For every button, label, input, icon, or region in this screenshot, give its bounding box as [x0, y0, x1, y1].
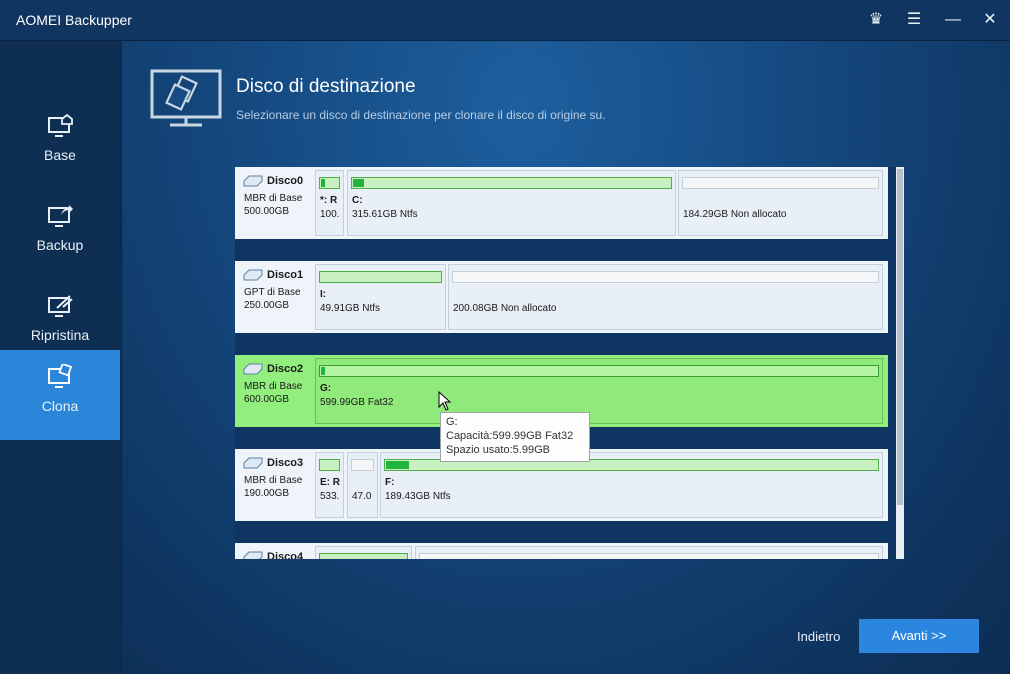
- tooltip-line: Capacità:599.99GB Fat32: [446, 430, 574, 442]
- partition-label: E: R: [320, 477, 340, 488]
- usage-bar: [319, 271, 442, 283]
- monitor-restore-icon: [48, 295, 73, 317]
- hard-disk-icon: [243, 175, 263, 187]
- partition-unallocated[interactable]: [415, 546, 883, 559]
- monitor-clone-icon: [48, 364, 73, 388]
- disk-info: Disco0 MBR di Base 500.00GB: [235, 167, 314, 239]
- sidebar-item-label: Base: [44, 147, 76, 163]
- disk-size: 190.00GB: [244, 488, 290, 499]
- partition-unallocated[interactable]: 47.0: [347, 452, 378, 518]
- hard-disk-icon: [243, 363, 263, 375]
- scroll-thumb[interactable]: [897, 169, 903, 505]
- usage-bar: [351, 459, 374, 471]
- disk-row-disco0[interactable]: Disco0 MBR di Base 500.00GB *: R 100. C:…: [235, 167, 888, 239]
- hard-disk-icon: [243, 457, 263, 469]
- disk-type: MBR di Base: [244, 475, 303, 486]
- usage-fill: [321, 367, 325, 375]
- disk-type: GPT di Base: [244, 287, 301, 298]
- partition-info: 47.0: [352, 491, 372, 502]
- disk-info: Disco1 GPT di Base 250.00GB: [235, 261, 314, 333]
- close-icon[interactable]: ✕: [977, 8, 1003, 32]
- partition-label: *: R: [320, 195, 338, 206]
- partition[interactable]: G: 599.99GB Fat32: [315, 358, 883, 424]
- partition-info: 100.: [320, 209, 340, 220]
- disk-name: Disco4: [267, 551, 304, 559]
- usage-bar: [319, 553, 408, 559]
- usage-bar: [682, 177, 879, 189]
- usage-bar: [351, 177, 672, 189]
- sidebar-item-label: Clona: [41, 398, 79, 414]
- disk-info: Disco2 MBR di Base 600.00GB: [235, 355, 314, 427]
- disk-size: 500.00GB: [244, 206, 290, 217]
- next-button[interactable]: Avanti >>: [859, 619, 979, 653]
- sidebar-item-base[interactable]: Base: [0, 99, 120, 189]
- disk-row-disco4[interactable]: Disco4: [235, 543, 888, 559]
- partition-tooltip: G: Capacità:599.99GB Fat32 Spazio usato:…: [440, 412, 590, 462]
- hard-disk-icon: [243, 269, 263, 281]
- sidebar-item-label: Ripristina: [30, 327, 90, 343]
- disk-info: Disco4: [235, 543, 314, 559]
- disk-name: Disco3: [267, 457, 304, 469]
- monitor-home-icon: [48, 113, 73, 137]
- partition-info: 599.99GB Fat32: [320, 397, 394, 408]
- partition-info: 200.08GB Non allocato: [453, 303, 557, 314]
- partition-label: G:: [320, 383, 332, 394]
- disk-clone-icon: [150, 69, 222, 127]
- sidebar-item-clona[interactable]: Clona: [0, 350, 120, 440]
- disk-list-scrollbar[interactable]: [896, 167, 904, 559]
- partition-label: C:: [352, 195, 363, 206]
- disk-size: 250.00GB: [244, 300, 290, 311]
- monitor-share-icon: [48, 205, 73, 227]
- disk-name: Disco0: [267, 175, 304, 187]
- usage-bar: [452, 271, 879, 283]
- disk-name: Disco2: [267, 363, 304, 375]
- partition[interactable]: *: R 100.: [315, 170, 344, 236]
- crown-icon[interactable]: ♛: [863, 8, 889, 32]
- partition-info: 189.43GB Ntfs: [385, 491, 451, 502]
- partition[interactable]: C: 315.61GB Ntfs: [347, 170, 676, 236]
- tooltip-line: Spazio usato:5.99GB: [446, 444, 550, 456]
- app-title: AOMEI Backupper: [16, 12, 132, 28]
- usage-bar: [319, 459, 340, 471]
- partition-info: 315.61GB Ntfs: [352, 209, 418, 220]
- disk-list: Disco0 MBR di Base 500.00GB *: R 100. C:…: [235, 167, 896, 559]
- disk-size: 600.00GB: [244, 394, 290, 405]
- title-bar: AOMEI Backupper ♛ ☰ — ✕: [0, 0, 1010, 41]
- partition[interactable]: I: 49.91GB Ntfs: [315, 264, 446, 330]
- disk-type: MBR di Base: [244, 193, 303, 204]
- hard-disk-icon: [243, 551, 263, 559]
- partition[interactable]: E: R 533.: [315, 452, 344, 518]
- disk-name: Disco1: [267, 269, 304, 281]
- sidebar-item-label: Backup: [36, 237, 84, 253]
- menu-icon[interactable]: ☰: [901, 8, 927, 32]
- usage-bar: [319, 365, 879, 377]
- usage-bar: [419, 553, 879, 559]
- page-title: Disco di destinazione: [236, 76, 416, 97]
- tooltip-line: G:: [446, 416, 458, 428]
- partition-label: F:: [385, 477, 395, 488]
- partition-info: 533.: [320, 491, 340, 502]
- partition-info: 49.91GB Ntfs: [320, 303, 381, 314]
- usage-fill: [353, 179, 364, 187]
- page-subtitle: Selezionare un disco di destinazione per…: [236, 108, 606, 122]
- partition-unallocated[interactable]: 184.29GB Non allocato: [678, 170, 883, 236]
- usage-fill: [321, 179, 325, 187]
- partition[interactable]: [315, 546, 412, 559]
- sidebar: Base Backup Ripristina Clona: [0, 41, 122, 674]
- main-panel: Disco di destinazione Selezionare un dis…: [122, 41, 1010, 674]
- mouse-pointer-icon: [438, 391, 452, 411]
- disk-row-disco1[interactable]: Disco1 GPT di Base 250.00GB I: 49.91GB N…: [235, 261, 888, 333]
- partition-unallocated[interactable]: 200.08GB Non allocato: [448, 264, 883, 330]
- minimize-icon[interactable]: —: [940, 8, 966, 32]
- usage-fill: [386, 461, 409, 469]
- usage-bar: [319, 177, 340, 189]
- disk-info: Disco3 MBR di Base 190.00GB: [235, 449, 314, 521]
- sidebar-item-backup[interactable]: Backup: [0, 189, 120, 279]
- partition-info: 184.29GB Non allocato: [683, 209, 787, 220]
- partition-label: I:: [320, 289, 327, 300]
- disk-type: MBR di Base: [244, 381, 303, 392]
- back-button[interactable]: Indietro: [797, 629, 840, 644]
